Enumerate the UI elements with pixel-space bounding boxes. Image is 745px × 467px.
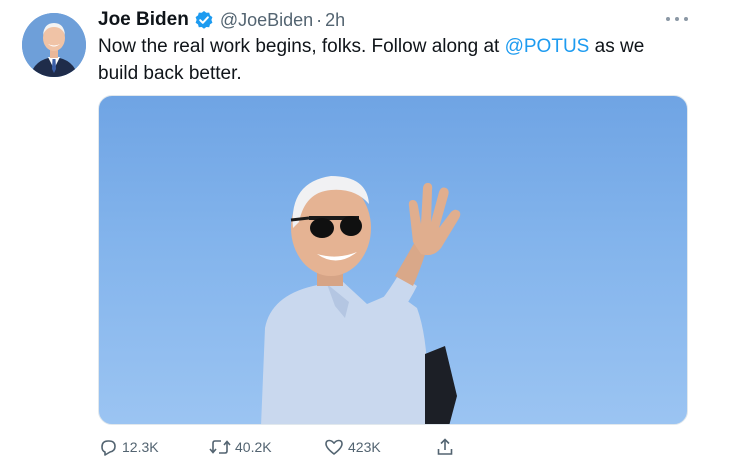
handle[interactable]: @JoeBiden — [220, 10, 313, 31]
tweet-text-start: Now the real work begins, folks. Follow … — [98, 36, 505, 57]
avatar[interactable] — [22, 13, 86, 77]
tweet-photo[interactable] — [98, 95, 688, 425]
like-count: 423K — [348, 439, 381, 455]
display-name[interactable]: Joe Biden — [98, 9, 189, 31]
mention-link[interactable]: @POTUS — [505, 36, 590, 57]
tweet-actions: 12.3K 40.2K 423K — [98, 436, 498, 458]
like-icon — [325, 439, 343, 455]
timestamp[interactable]: 2h — [325, 10, 345, 31]
verified-icon — [194, 10, 214, 30]
separator-dot: · — [316, 9, 323, 30]
more-icon[interactable] — [666, 12, 688, 26]
tweet-text: Now the real work begins, folks. Follow … — [98, 33, 688, 87]
share-icon — [437, 438, 453, 455]
like-button[interactable]: 423K — [324, 436, 381, 458]
share-button[interactable] — [435, 436, 459, 458]
retweet-icon — [209, 440, 231, 454]
reply-button[interactable]: 12.3K — [98, 436, 159, 458]
tweet[interactable]: Joe Biden @JoeBiden · 2h Now the real wo… — [0, 0, 745, 467]
retweet-button[interactable]: 40.2K — [209, 436, 272, 458]
tweet-header: Joe Biden @JoeBiden · 2h — [98, 8, 345, 32]
retweet-count: 40.2K — [235, 439, 272, 455]
reply-count: 12.3K — [122, 439, 159, 455]
reply-icon — [101, 440, 116, 456]
